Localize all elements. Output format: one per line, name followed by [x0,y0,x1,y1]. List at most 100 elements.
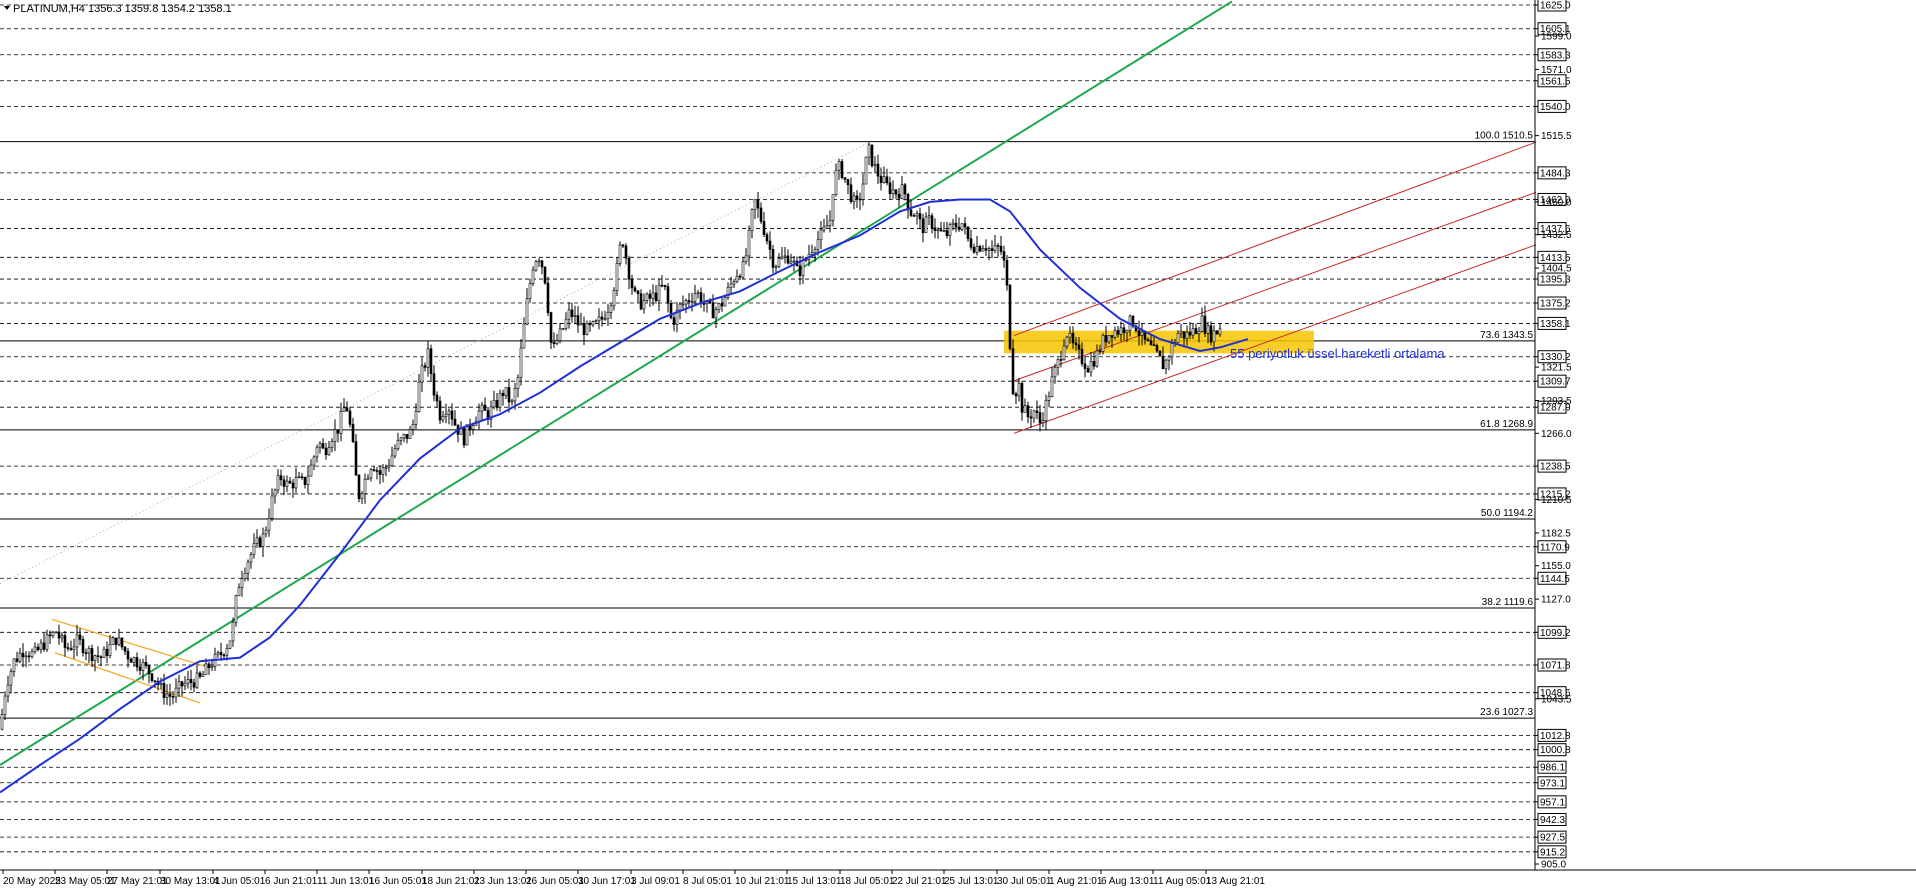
time-label: 22 Jul 21:01 [892,876,947,887]
candle-body [1080,348,1084,365]
level-price-label: 1144.5 [1540,574,1570,585]
candle-body [960,223,964,230]
candle-body [225,648,229,656]
candle-body [594,320,598,323]
candle-body [300,476,304,479]
candle-body [96,655,100,657]
fib-level-label: 61.8 1268.9 [1480,419,1533,430]
candle-body [678,303,682,311]
candle-body [1098,350,1102,353]
candle-body [846,179,850,186]
level-price-label: 1071.8 [1540,660,1571,671]
candle-body [1215,330,1219,335]
candle-body [309,464,313,477]
candle-body [183,682,187,687]
candle-body [423,365,427,368]
candle-body [51,631,55,637]
candle-body [570,309,574,317]
price-tick-label: 1321.5 [1541,363,1572,374]
candle-body [930,215,934,229]
candle-body [615,263,619,291]
candle-body [1047,396,1051,401]
level-price-label: 942.3 [1540,815,1565,826]
price-tick-label: 1432.5 [1541,230,1572,241]
candle-body [1119,327,1123,335]
level-price-label: 957.1 [1540,797,1565,808]
candle-body [621,244,625,247]
candle-body [408,429,412,439]
candle-body [1068,332,1072,338]
candle-body [801,259,805,276]
candle-body [909,209,913,216]
candle-body [90,648,94,661]
fib-level-label: 100.0 1510.5 [1475,131,1534,142]
candle-body [1188,331,1192,336]
candle-body [1107,335,1111,343]
candle-body [1209,325,1213,343]
candle-body [1029,416,1033,419]
candle-body [984,248,988,251]
candle-body [396,440,400,450]
candle-body [891,189,895,195]
candle-body [558,328,562,341]
price-tick-label: 905.0 [1541,860,1566,871]
candle-body [780,256,784,259]
candle-body [78,634,82,640]
candle-body [333,429,337,442]
time-label: 25 Jul 13:01 [944,876,999,887]
symbol-header: PLATINUM,H4 1356.3 1359.8 1354.2 1358.1 [4,3,232,15]
candle-body [204,663,208,675]
candle-body [441,416,445,421]
candle-body [1167,356,1171,361]
candle-body [402,434,406,439]
candle-body [324,447,328,456]
candle-body [591,321,595,326]
time-label: 3 Jul 09:01 [631,876,680,887]
time-label: 8 Jul 05:01 [683,876,732,887]
level-price-label: 1625.0 [1540,1,1571,12]
candle-body [498,392,502,408]
price-tick-label: 1155.0 [1541,561,1571,572]
candle-body [687,300,691,302]
candle-body [429,348,433,374]
candle-body [1191,328,1195,336]
time-label: 26 Jun 05:01 [526,876,584,887]
candle-body [894,189,898,195]
candle-body [45,634,49,650]
candle-body [540,260,544,268]
price-tick-label: 1571.0 [1541,65,1572,76]
price-chart[interactable]: 100.0 1510.5 73.6 1343.5 61.8 1268.9 50.0 1… [0,0,1916,888]
candle-body [15,658,19,662]
candle-body [1143,331,1147,340]
candle-body [1062,345,1066,360]
candle-body [1071,332,1075,344]
time-label: 6 Jun 21:01 [265,876,318,887]
candle-body [825,225,829,228]
candle-body [573,315,577,317]
candle-body [1182,331,1186,339]
candle-body [720,303,724,307]
candle-body [639,293,643,310]
candle-body [1038,412,1042,424]
candle-body [372,469,376,471]
candle-body [906,193,910,211]
candle-body [282,479,286,487]
time-label: 23 Jun 13:01 [474,876,532,887]
level-price-label: 986.1 [1540,763,1565,774]
candle-body [1152,344,1156,347]
price-tick-label: 1127.0 [1541,595,1571,606]
candle-body [36,646,40,651]
candle-body [357,474,361,500]
candle-body [510,400,514,403]
level-price-label: 1413.5 [1540,253,1571,264]
candle-body [546,282,550,313]
candle-body [876,163,880,177]
price-tick-label: 1293.5 [1541,396,1572,407]
candle-body [765,234,769,242]
candle-body [657,284,661,301]
candle-body [828,220,832,226]
candle-body [735,275,739,283]
candle-body [843,177,847,180]
candle-body [480,404,484,412]
candle-body [192,682,196,688]
